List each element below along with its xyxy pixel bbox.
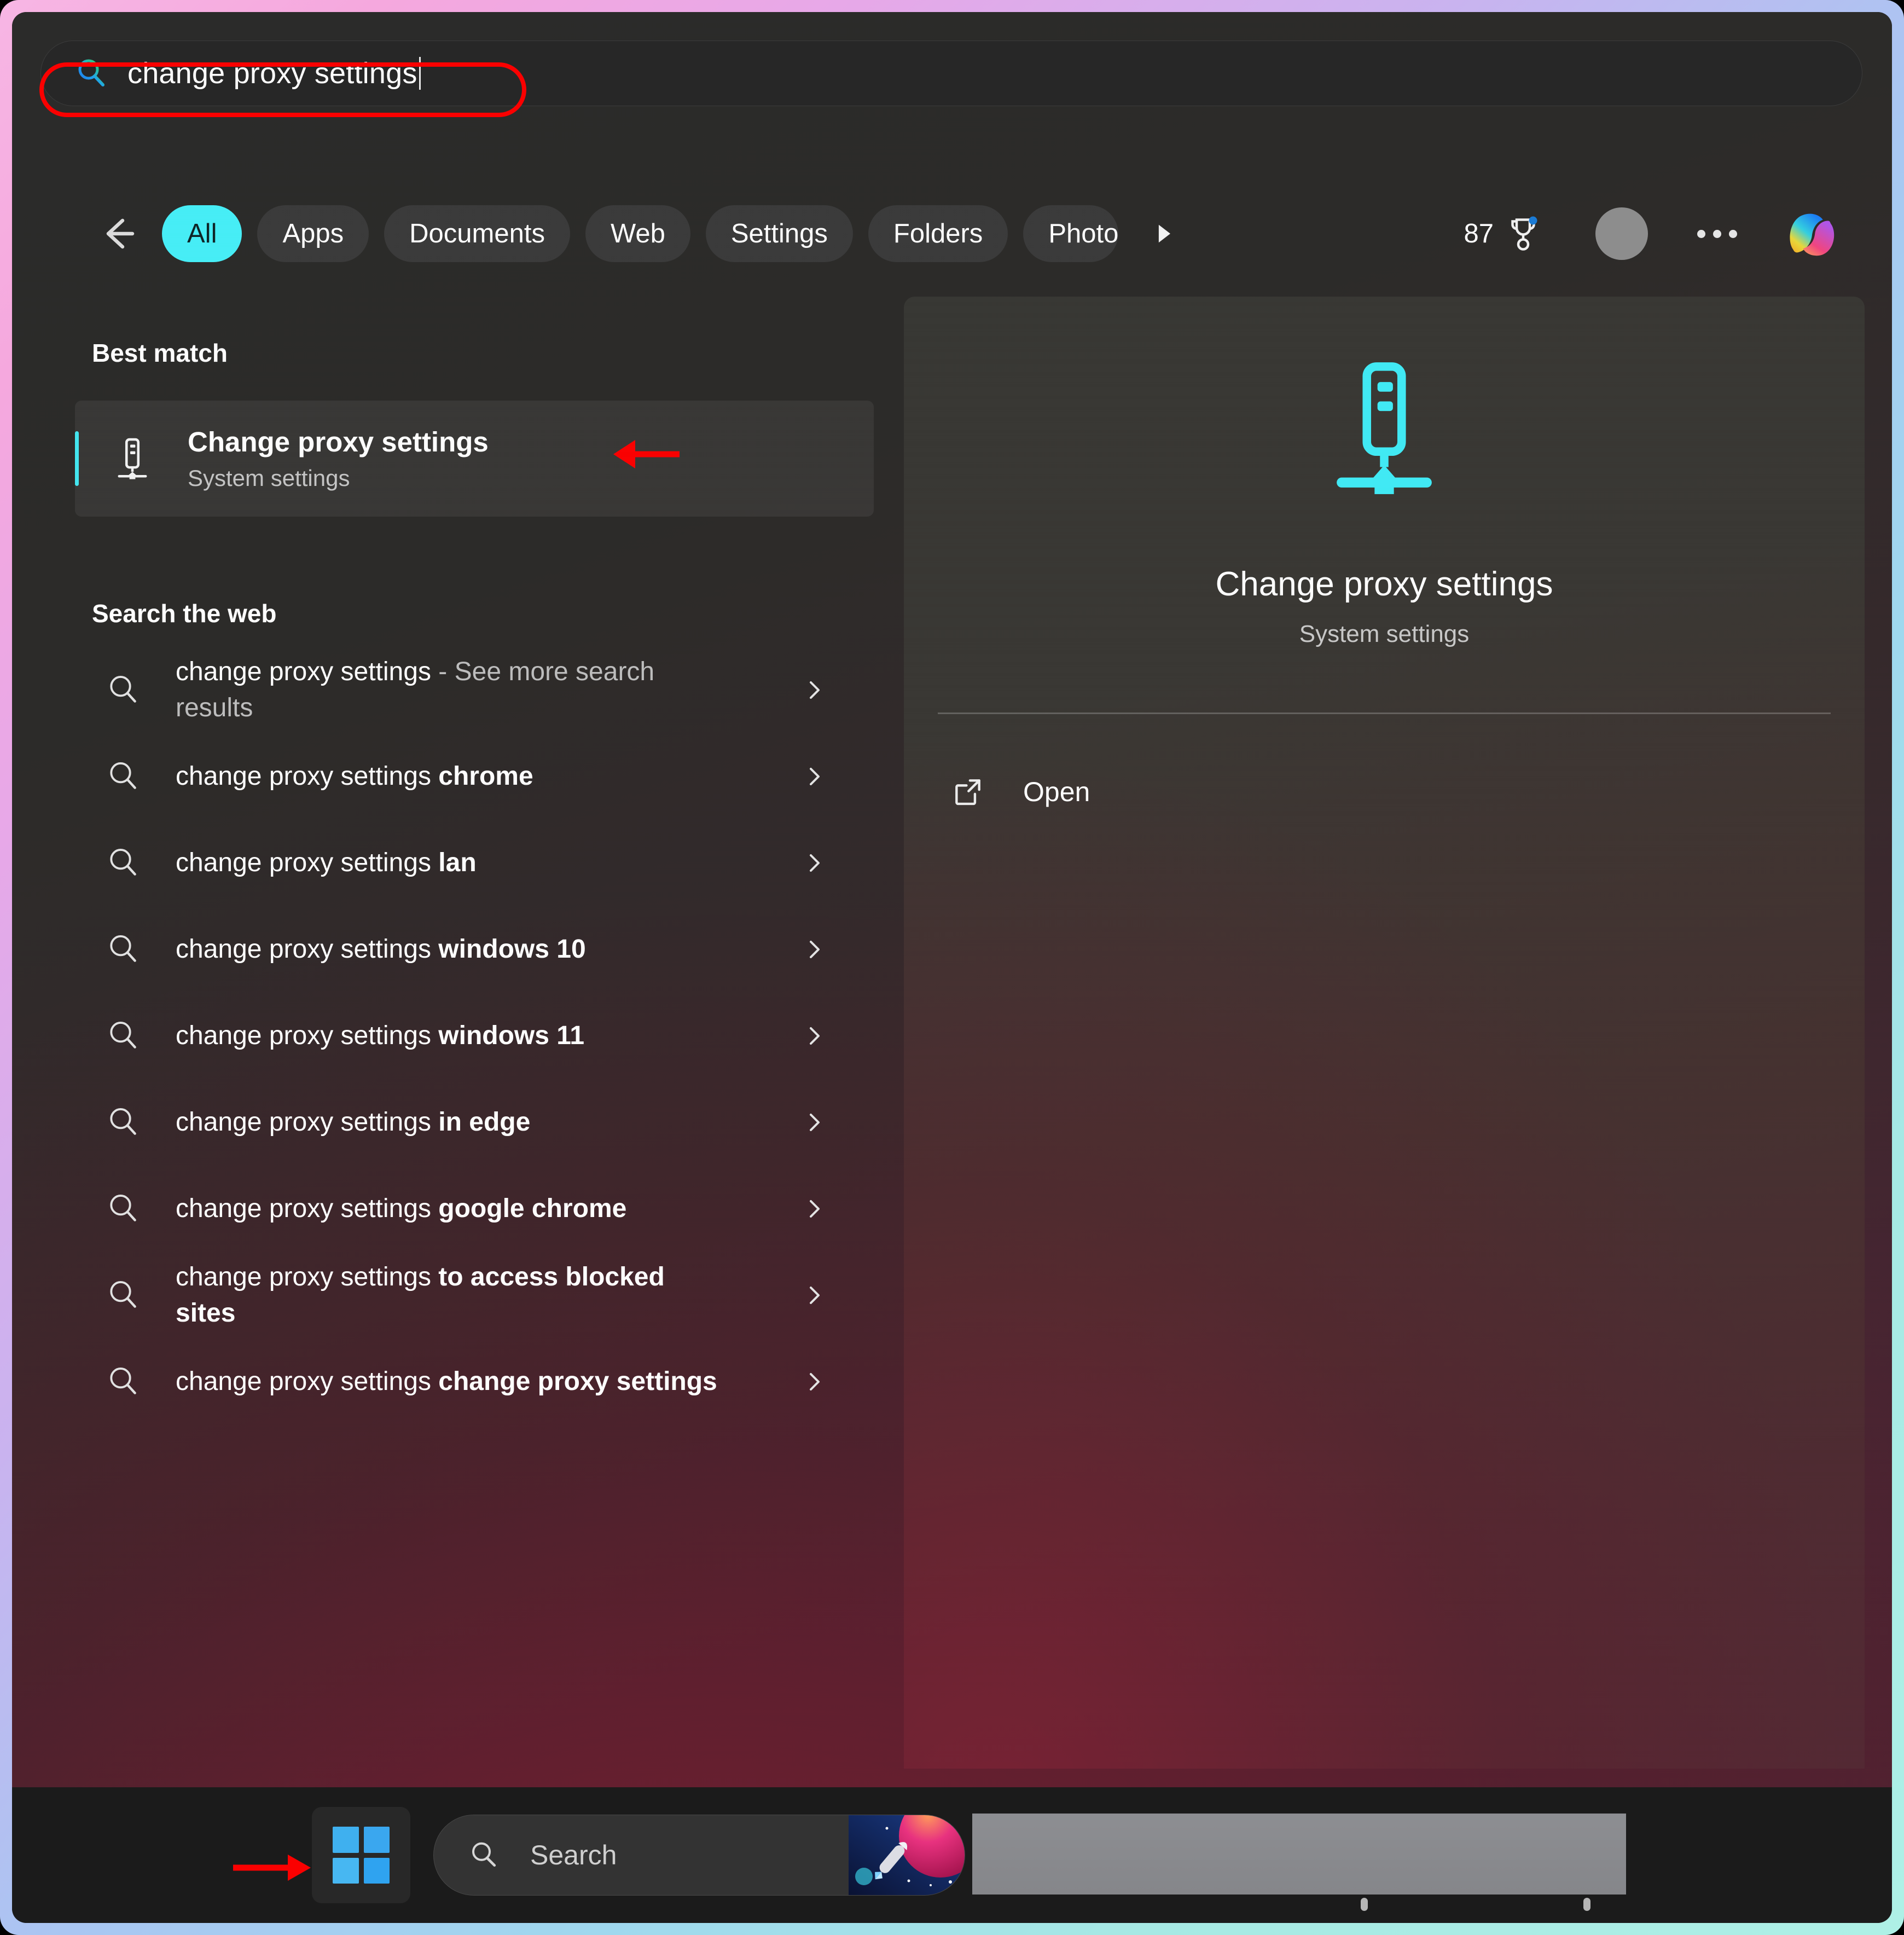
chevron-right-icon[interactable] <box>801 1282 827 1308</box>
web-suggestion-item[interactable]: change proxy settings in edge <box>12 1079 893 1166</box>
header-actions: 87 <box>1464 202 1862 265</box>
best-match-result[interactable]: Change proxy settings System settings <box>75 401 874 517</box>
web-suggestion-label: change proxy settings google chrome <box>176 1194 627 1223</box>
chevron-right-icon[interactable] <box>801 1023 827 1049</box>
search-icon <box>110 849 136 876</box>
filter-tab-bar: All Apps Documents Web Settings Folders … <box>40 193 1862 275</box>
open-external-icon <box>955 779 980 806</box>
selection-accent-bar <box>75 431 79 486</box>
taskbar: Search <box>12 1787 1892 1923</box>
web-suggestion-label: change proxy settings windows 10 <box>176 934 586 964</box>
windows-start-icon <box>333 1827 390 1884</box>
window-shell: change proxy settings All Apps Documents… <box>12 12 1892 1923</box>
preview-divider <box>938 712 1831 714</box>
search-icon <box>78 59 105 86</box>
chevron-right-icon[interactable] <box>801 1196 827 1222</box>
search-flyout: change proxy settings All Apps Documents… <box>12 12 1892 1787</box>
search-icon <box>110 1368 136 1394</box>
best-match-title: Change proxy settings <box>188 426 489 457</box>
search-icon <box>472 1842 496 1867</box>
search-icon <box>110 762 136 789</box>
web-suggestion-item[interactable]: change proxy settings google chrome <box>12 1166 893 1252</box>
web-suggestion-item[interactable]: change proxy settings chrome <box>12 733 893 820</box>
search-icon <box>110 1108 136 1135</box>
web-suggestion-list: change proxy settings - See more search … <box>12 647 893 1425</box>
web-suggestion-item[interactable]: change proxy settings - See more search … <box>12 647 893 733</box>
copilot-icon[interactable] <box>1779 202 1843 265</box>
search-bar[interactable]: change proxy settings <box>40 40 1862 106</box>
best-match-arrow-annotation <box>613 440 680 468</box>
web-suggestion-item[interactable]: change proxy settings lan <box>12 820 893 906</box>
account-avatar[interactable] <box>1595 207 1648 260</box>
more-options-icon[interactable] <box>1691 207 1743 260</box>
search-input[interactable]: change proxy settings <box>74 48 1862 99</box>
tab-documents[interactable]: Documents <box>384 205 570 262</box>
best-match-subtitle: System settings <box>188 465 350 491</box>
open-label: Open <box>1023 777 1090 807</box>
text-caret <box>419 57 421 90</box>
taskbar-search-placeholder: Search <box>530 1840 617 1870</box>
chevron-right-icon[interactable] <box>801 763 827 790</box>
web-suggestion-item[interactable]: change proxy settings windows 11 <box>12 993 893 1079</box>
tab-folders[interactable]: Folders <box>868 205 1008 262</box>
web-suggestion-label: change proxy settings - See more search … <box>176 657 655 722</box>
chevron-right-icon[interactable] <box>801 677 827 703</box>
rocket-wallpaper-thumbnail <box>849 1815 965 1895</box>
rewards-trophy-icon[interactable] <box>1504 214 1543 253</box>
tabs-scroll-right-icon[interactable] <box>1141 205 1185 262</box>
best-match-text-block: Change proxy settings System settings <box>188 426 489 491</box>
search-icon <box>110 1195 136 1221</box>
chevron-right-icon[interactable] <box>801 936 827 963</box>
tab-photos[interactable]: Photo <box>1023 205 1119 262</box>
open-action-button[interactable]: Open <box>938 762 1090 822</box>
web-suggestion-label: change proxy settings windows 11 <box>176 1021 585 1050</box>
search-icon <box>110 935 136 962</box>
chevron-right-icon[interactable] <box>801 850 827 876</box>
web-suggestion-label: change proxy settings chrome <box>176 761 533 791</box>
start-button[interactable] <box>312 1807 410 1903</box>
taskbar-app-indicator <box>1583 1898 1590 1911</box>
web-suggestion-item[interactable]: change proxy settings windows 10 <box>12 906 893 993</box>
taskbar-search-box[interactable]: Search <box>433 1815 965 1896</box>
chevron-right-icon[interactable] <box>801 1369 827 1395</box>
proxy-server-icon <box>118 438 147 479</box>
chevron-right-icon[interactable] <box>801 1109 827 1135</box>
web-suggestion-label: change proxy settings to access blocked … <box>176 1262 665 1328</box>
search-icon <box>110 1281 136 1308</box>
web-suggestion-label: change proxy settings in edge <box>176 1107 531 1137</box>
results-left-column: Best match Change proxy settings System … <box>12 297 893 1787</box>
preview-title: Change proxy settings <box>1215 565 1553 603</box>
search-the-web-heading: Search the web <box>92 599 277 628</box>
redacted-taskbar-region <box>972 1814 1626 1895</box>
web-suggestion-label: change proxy settings change proxy setti… <box>176 1366 717 1396</box>
web-suggestion-item[interactable]: change proxy settings change proxy setti… <box>12 1339 893 1425</box>
taskbar-app-indicator <box>1361 1898 1368 1911</box>
best-match-heading: Best match <box>92 339 228 367</box>
tab-settings[interactable]: Settings <box>705 205 853 262</box>
result-preview-pane: Change proxy settings System settings Op… <box>904 297 1865 1769</box>
tab-apps[interactable]: Apps <box>257 205 369 262</box>
search-query-text: change proxy settings <box>127 57 417 90</box>
proxy-server-icon <box>1337 362 1432 494</box>
rewards-points-count: 87 <box>1464 219 1494 248</box>
search-icon <box>110 676 136 703</box>
window-gradient-frame: change proxy settings All Apps Documents… <box>0 0 1904 1935</box>
tab-all[interactable]: All <box>162 205 242 262</box>
back-arrow-icon[interactable] <box>92 207 144 260</box>
web-suggestion-item[interactable]: change proxy settings to access blocked … <box>12 1252 893 1339</box>
preview-subtitle: System settings <box>1299 621 1470 647</box>
search-icon <box>110 1022 136 1048</box>
start-button-arrow-annotation <box>233 1855 311 1881</box>
web-suggestion-label: change proxy settings lan <box>176 848 477 877</box>
tab-web[interactable]: Web <box>585 205 690 262</box>
